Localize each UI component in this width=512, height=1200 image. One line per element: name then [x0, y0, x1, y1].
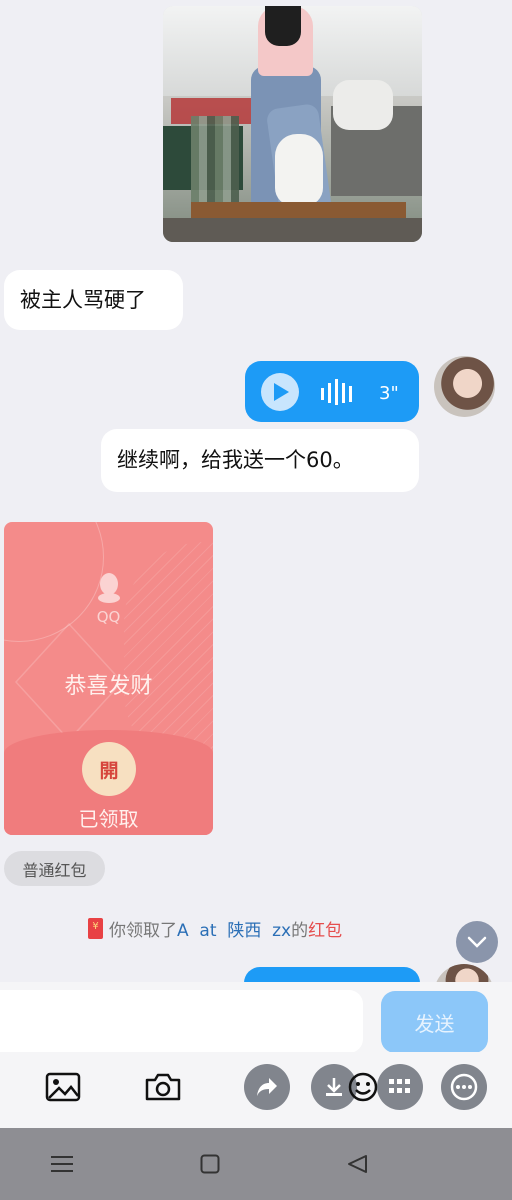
voice-duration: 3": [379, 383, 399, 404]
photo-bag: [333, 80, 393, 130]
notice-sender-name[interactable]: A at 陕西 zx: [177, 916, 291, 941]
photo-floor: [163, 218, 422, 242]
more-icon[interactable]: [441, 1064, 487, 1110]
menu-icon[interactable]: [44, 1148, 80, 1180]
message-text: 继续啊，给我送一个60。: [117, 448, 354, 472]
system-notice: 你领取了 A at 陕西 zx 的 红包: [88, 915, 342, 941]
play-icon[interactable]: [261, 373, 299, 411]
scroll-to-bottom-button[interactable]: [456, 921, 498, 963]
message-bubble-outgoing[interactable]: 继续啊，给我送一个60。: [101, 429, 419, 492]
grid-icon[interactable]: [377, 1064, 423, 1110]
qq-penguin-icon: [98, 573, 120, 603]
open-red-packet-button[interactable]: 開: [82, 742, 136, 796]
red-packet-logo-text: QQ: [96, 608, 121, 626]
photo-sock: [275, 134, 323, 206]
photo-hair: [265, 6, 301, 46]
avatar[interactable]: [434, 356, 495, 417]
notice-prefix: 你领取了: [109, 920, 177, 941]
voice-message-bubble[interactable]: 3": [245, 361, 419, 422]
image-icon[interactable]: [41, 1065, 85, 1109]
photo-message[interactable]: [163, 6, 422, 242]
red-packet-card[interactable]: QQ 恭喜发财 開 已领取: [4, 522, 213, 835]
camera-icon[interactable]: [141, 1065, 185, 1109]
notice-red-packet-link[interactable]: 红包: [308, 916, 342, 941]
waveform-icon: [321, 379, 352, 405]
send-button[interactable]: 发送: [381, 991, 488, 1053]
home-icon[interactable]: [192, 1148, 228, 1180]
red-packet-greeting: 恭喜发财: [64, 674, 153, 699]
message-text: 被主人骂硬了: [20, 287, 146, 312]
message-bubble-incoming[interactable]: 被主人骂硬了: [4, 270, 183, 330]
share-icon[interactable]: [244, 1064, 290, 1110]
red-packet-type-tag: 普通红包: [4, 851, 105, 886]
red-packet-icon: [88, 917, 103, 939]
message-input[interactable]: [0, 990, 363, 1053]
notice-mid: 的: [291, 920, 309, 941]
chevron-down-icon: [467, 936, 487, 948]
photo-bench: [191, 202, 406, 218]
red-packet-status: 已领取: [78, 807, 139, 831]
photo-blur: [191, 116, 239, 206]
back-icon[interactable]: [339, 1148, 375, 1180]
